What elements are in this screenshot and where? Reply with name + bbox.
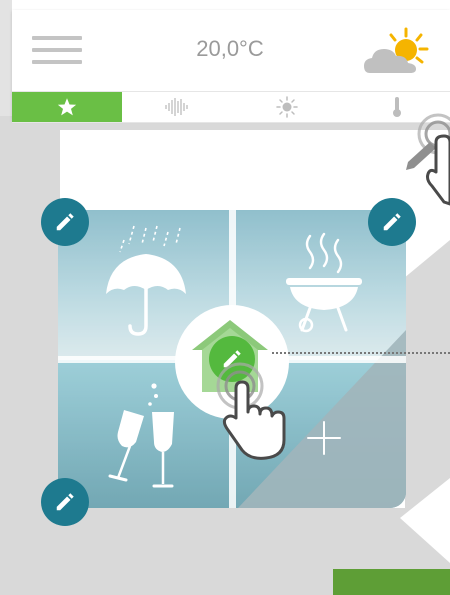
pencil-icon xyxy=(56,213,74,231)
edit-button-top-left[interactable] xyxy=(41,198,89,246)
star-icon xyxy=(57,98,77,116)
pencil-icon xyxy=(383,213,401,231)
umbrella-rain-icon[interactable] xyxy=(102,222,192,342)
sound-wave-icon xyxy=(165,98,188,116)
pencil-icon xyxy=(56,493,74,511)
connector-dotted-line xyxy=(272,352,450,354)
edit-button-bottom-left[interactable] xyxy=(41,478,89,526)
tab-sound[interactable] xyxy=(122,92,232,122)
bottom-action-bar[interactable] xyxy=(333,569,450,595)
hamburger-menu-icon[interactable] xyxy=(32,36,82,66)
barbecue-grill-icon[interactable] xyxy=(284,232,364,337)
tap-hand-icon xyxy=(216,362,286,460)
bottom-wedge xyxy=(400,478,450,563)
sun-icon xyxy=(276,96,298,118)
partly-sunny-icon xyxy=(360,25,435,80)
temperature-readout: 20,0°C xyxy=(196,36,264,61)
plus-icon[interactable] xyxy=(306,420,342,456)
category-tab-bar xyxy=(12,91,450,123)
tab-light[interactable] xyxy=(232,92,342,122)
champagne-glasses-icon[interactable] xyxy=(100,380,185,492)
tap-hand-icon xyxy=(406,113,450,206)
tab-favorites[interactable] xyxy=(12,92,122,122)
